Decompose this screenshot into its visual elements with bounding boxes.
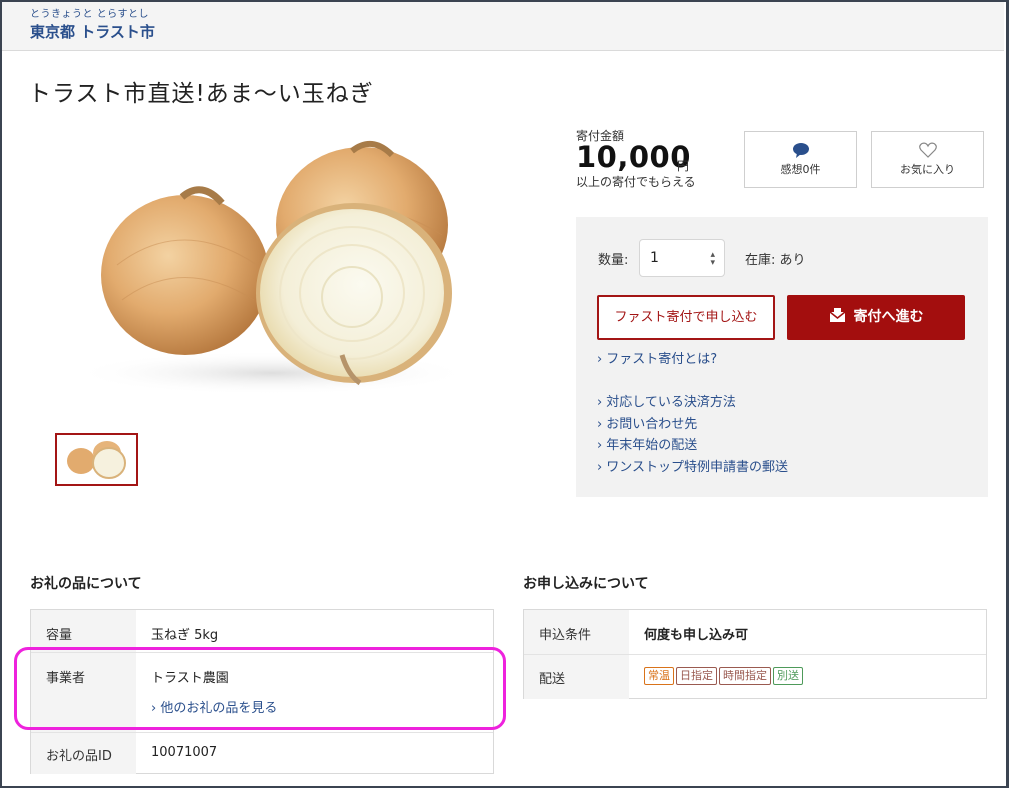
row-value: 10071007	[151, 745, 218, 760]
donate-button[interactable]: 寄付へ進む	[787, 295, 965, 340]
one-stop-form-label: ワンストップ特例申請書の郵送	[606, 460, 788, 475]
payment-methods-label: 対応している決済方法	[606, 395, 736, 410]
row-label: 容量	[31, 610, 136, 652]
row-value: 玉ねぎ 5kg	[151, 628, 219, 643]
contact-label: お問い合わせ先	[606, 417, 698, 432]
favorite-button[interactable]: お気に入り	[871, 131, 984, 188]
price-amount: 10,000	[576, 140, 691, 174]
chevron-right-icon: ›	[597, 417, 603, 432]
gift-info-table: 容量 玉ねぎ 5kg 事業者 トラスト農園 › 他のお礼の品を見る お礼の品ID…	[30, 609, 494, 774]
quantity-value: 1	[650, 250, 659, 266]
table-row: 容量 玉ねぎ 5kg	[31, 610, 493, 653]
gift-info-title: お礼の品について	[30, 576, 142, 592]
favorite-label: お気に入り	[900, 163, 955, 176]
other-gifts-label: 他のお礼の品を見る	[160, 701, 278, 716]
row-label: お礼の品ID	[31, 733, 136, 774]
heart-icon	[918, 142, 937, 158]
shipping-tags: 常温 日指定 時間指定 別送	[644, 667, 805, 685]
product-title: トラスト市直送!あま〜い玉ねぎ	[28, 81, 374, 107]
price-unit: 円	[677, 159, 690, 173]
payment-methods-link[interactable]: › 対応している決済方法	[597, 391, 736, 410]
year-end-shipping-label: 年末年始の配送	[606, 438, 698, 453]
tag-badge: 日指定	[676, 667, 717, 685]
onion-thumbnail-image	[67, 441, 126, 479]
fast-donate-button[interactable]: ファスト寄付で申し込む	[597, 295, 775, 340]
envelope-icon	[829, 308, 845, 322]
product-main-image	[42, 125, 520, 410]
apply-info-title: お申し込みについて	[523, 576, 649, 592]
city-ruby: とうきょうと とらすとし	[30, 9, 149, 20]
chevron-right-icon: ›	[597, 395, 603, 410]
chevron-right-icon: ›	[597, 460, 603, 475]
tag-badge: 常温	[644, 667, 674, 685]
row-value: 何度も申し込み可	[644, 628, 749, 643]
fast-donate-info-label: ファスト寄付とは?	[606, 352, 718, 367]
table-row: 申込条件 何度も申し込み可	[524, 610, 986, 655]
reviews-label: 感想0件	[780, 163, 821, 176]
donate-button-label: 寄付へ進む	[853, 309, 924, 325]
tag-badge: 別送	[773, 667, 803, 685]
row-label: 申込条件	[524, 610, 629, 654]
row-label: 事業者	[31, 653, 136, 732]
reviews-button[interactable]: 感想0件	[744, 131, 857, 188]
table-row: 配送 常温 日指定 時間指定 別送	[524, 655, 986, 699]
stepper-arrows-icon: ▴ ▾	[710, 250, 715, 268]
tag-badge: 時間指定	[719, 667, 771, 685]
year-end-shipping-link[interactable]: › 年末年始の配送	[597, 434, 697, 453]
row-value: トラスト農園	[151, 671, 229, 686]
fast-donate-info-link[interactable]: › ファスト寄付とは?	[597, 348, 717, 367]
quantity-select[interactable]: 1 ▴ ▾	[639, 239, 725, 277]
other-gifts-link[interactable]: › 他のお礼の品を見る	[151, 697, 277, 716]
table-row: お礼の品ID 10071007	[31, 733, 493, 774]
chevron-right-icon: ›	[151, 701, 161, 716]
contact-link[interactable]: › お問い合わせ先	[597, 413, 697, 432]
stock-status: 在庫: あり	[745, 253, 806, 268]
speech-bubble-icon	[792, 143, 809, 158]
site-header: とうきょうと とらすとし 東京都 トラスト市	[2, 2, 1004, 51]
product-thumbnail[interactable]	[55, 433, 138, 486]
quantity-label: 数量:	[598, 253, 629, 268]
onion-image	[72, 141, 472, 395]
row-label: 配送	[524, 655, 629, 699]
apply-info-table: 申込条件 何度も申し込み可 配送 常温 日指定 時間指定 別送	[523, 609, 987, 699]
table-row: 事業者 トラスト農園 › 他のお礼の品を見る	[31, 653, 493, 733]
price-note: 以上の寄付でもらえる	[576, 175, 696, 189]
chevron-right-icon: ›	[597, 438, 603, 453]
chevron-right-icon: ›	[597, 352, 603, 367]
city-name-link[interactable]: 東京都 トラスト市	[30, 21, 155, 42]
one-stop-form-link[interactable]: › ワンストップ特例申請書の郵送	[597, 456, 788, 475]
